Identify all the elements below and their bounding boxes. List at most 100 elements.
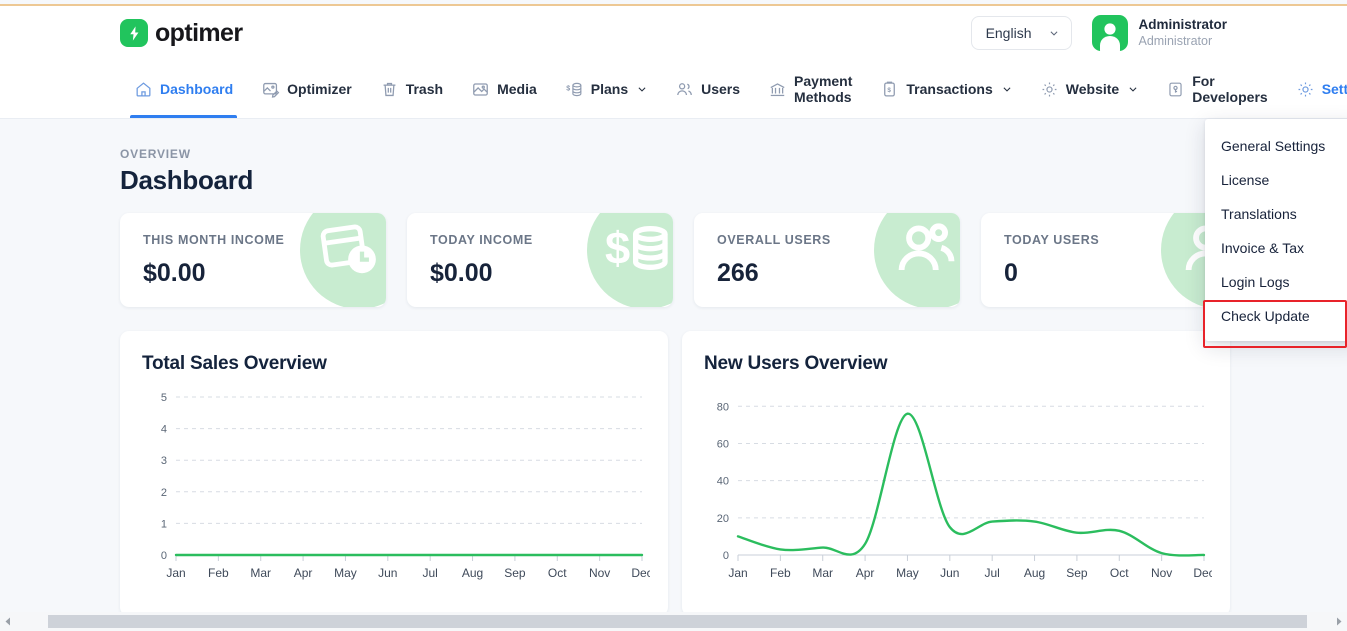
- svg-text:5: 5: [161, 392, 167, 404]
- scrollbar-track[interactable]: [17, 612, 1330, 631]
- language-selector[interactable]: English: [970, 16, 1073, 50]
- menu-item-invoice-and-tax[interactable]: Invoice & Tax: [1205, 231, 1347, 265]
- total-sales-chart: 0 1 2 3 4 5 Jan Feb Mar Apr May Jun Jul Aug Sep Oct Nov D…: [138, 389, 650, 589]
- menu-item-login-logs[interactable]: Login Logs: [1205, 265, 1347, 299]
- nav-item-media[interactable]: Media: [457, 60, 551, 118]
- svg-text:Dec: Dec: [1193, 566, 1212, 580]
- user-name: Administrator: [1138, 16, 1227, 32]
- image-edit-icon: [263, 82, 280, 98]
- svg-text:60: 60: [717, 438, 729, 450]
- chart-card-list: Total Sales Overview 0 1 2 3 4 5 Jan Feb Mar Apr M…: [120, 331, 1230, 616]
- svg-text:2: 2: [161, 487, 167, 499]
- nav-item-dashboard[interactable]: Dashboard: [120, 60, 247, 118]
- user-menu[interactable]: Administrator Administrator: [1092, 15, 1227, 51]
- trash-icon: [383, 82, 396, 96]
- chart-card-total-sales: Total Sales Overview 0 1 2 3 4 5 Jan Feb Mar Apr M…: [120, 331, 668, 616]
- chevron-down-icon: [1051, 31, 1058, 36]
- stat-card-overall-users: OVERALL USERS 266: [694, 213, 960, 307]
- svg-text:Jun: Jun: [378, 566, 397, 580]
- svg-text:Oct: Oct: [548, 566, 567, 580]
- lightning-bolt-icon: [120, 19, 148, 47]
- svg-text:Jul: Jul: [985, 566, 1000, 580]
- menu-item-license[interactable]: License: [1205, 163, 1347, 197]
- svg-text:Nov: Nov: [1151, 566, 1172, 580]
- svg-text:Aug: Aug: [1024, 566, 1045, 580]
- triangle-right-icon[interactable]: [1330, 612, 1347, 631]
- svg-text:Feb: Feb: [770, 566, 791, 580]
- page-content: OVERVIEW Dashboard THIS MONTH INCOME $0.…: [0, 119, 1347, 616]
- chart-title: Total Sales Overview: [142, 353, 327, 374]
- nav-label-line1: For: [1192, 72, 1215, 89]
- language-value: English: [985, 25, 1032, 41]
- nav-label-for-developers: For Developers: [1192, 73, 1267, 105]
- menu-item-translations[interactable]: Translations: [1205, 197, 1347, 231]
- scrollbar-thumb[interactable]: [48, 615, 1307, 628]
- nav-item-website[interactable]: Website: [1026, 60, 1152, 118]
- chart-title: New Users Overview: [704, 353, 888, 374]
- nav-label-line1: Payment: [794, 72, 853, 89]
- nav-label-users: Users: [701, 81, 741, 97]
- nav-item-transactions[interactable]: $ Transactions: [866, 60, 1025, 118]
- svg-text:4: 4: [161, 424, 167, 436]
- brand-logo[interactable]: optimer: [120, 18, 243, 48]
- nav-item-plans[interactable]: $ Plans: [551, 60, 661, 118]
- stat-card-this-month-income: THIS MONTH INCOME $0.00: [120, 213, 386, 307]
- nav-label-website: Website: [1065, 81, 1120, 97]
- svg-text:Jan: Jan: [728, 566, 747, 580]
- nav-item-users[interactable]: Users: [661, 60, 754, 118]
- svg-text:May: May: [896, 566, 919, 580]
- new-users-chart: 0 20 40 60 80 Jan Feb Mar Apr May Jun Jul Aug Sep Oct N…: [700, 389, 1212, 589]
- svg-text:Apr: Apr: [856, 566, 875, 580]
- svg-text:40: 40: [717, 476, 729, 488]
- svg-text:Jul: Jul: [423, 566, 438, 580]
- nav-item-optimizer[interactable]: Optimizer: [247, 60, 366, 118]
- horizontal-scrollbar[interactable]: [0, 612, 1347, 631]
- triangle-left-icon[interactable]: [0, 612, 17, 631]
- menu-item-check-update[interactable]: Check Update: [1205, 299, 1347, 333]
- svg-text:Mar: Mar: [250, 566, 271, 580]
- home-icon: [136, 81, 151, 96]
- nav-item-for-developers[interactable]: For Developers: [1152, 60, 1281, 118]
- svg-text:Sep: Sep: [1066, 566, 1088, 580]
- avatar: [1092, 15, 1129, 51]
- key-icon: [1169, 82, 1182, 96]
- nav-label-transactions: Transactions: [906, 81, 993, 97]
- svg-text:Apr: Apr: [294, 566, 313, 580]
- nav-item-settings[interactable]: Settings: [1282, 60, 1347, 118]
- nav-item-payment-methods[interactable]: Payment Methods: [754, 60, 866, 118]
- chart-card-new-users: New Users Overview 0 20 40 60 80 Jan Feb Mar Apr…: [682, 331, 1230, 616]
- svg-text:3: 3: [161, 455, 167, 467]
- svg-text:Jan: Jan: [166, 566, 185, 580]
- app-header: optimer English Administrator Administra…: [0, 6, 1347, 60]
- nav-item-trash[interactable]: Trash: [366, 60, 457, 118]
- user-role: Administrator: [1138, 33, 1213, 48]
- svg-text:$: $: [605, 222, 630, 273]
- gear-icon: [1298, 82, 1313, 96]
- nav-label-settings: Settings: [1321, 81, 1347, 97]
- menu-item-general-settings[interactable]: General Settings: [1205, 129, 1347, 163]
- dollar-coins-icon: $: [587, 213, 673, 307]
- svg-text:$: $: [566, 84, 570, 92]
- stat-card-today-income: TODAY INCOME $0.00 $: [407, 213, 673, 307]
- brand-name: optimer: [155, 18, 243, 47]
- svg-text:Mar: Mar: [812, 566, 833, 580]
- nav-label-dashboard: Dashboard: [160, 81, 234, 97]
- svg-text:Sep: Sep: [504, 566, 526, 580]
- calendar-clock-icon: [300, 213, 386, 307]
- gear-icon: [1042, 82, 1057, 96]
- users-group-icon: [874, 213, 960, 307]
- photo-icon: [473, 82, 488, 96]
- svg-text:Nov: Nov: [589, 566, 610, 580]
- users-icon: [677, 82, 692, 95]
- chevron-down-icon: [1129, 87, 1137, 92]
- svg-text:0: 0: [161, 550, 167, 562]
- nav-label-plans: Plans: [590, 81, 629, 97]
- svg-text:Feb: Feb: [208, 566, 229, 580]
- svg-text:20: 20: [717, 513, 729, 525]
- chevron-down-icon: [1003, 87, 1011, 92]
- header-right-group: English Administrator Administrator: [970, 15, 1227, 51]
- nav-label-line2: Developers: [1192, 89, 1268, 105]
- money-stack-icon: $: [566, 82, 582, 96]
- stat-card-list: THIS MONTH INCOME $0.00 TODAY INCOME $0.…: [120, 213, 1247, 307]
- page-title: Dashboard: [120, 165, 254, 195]
